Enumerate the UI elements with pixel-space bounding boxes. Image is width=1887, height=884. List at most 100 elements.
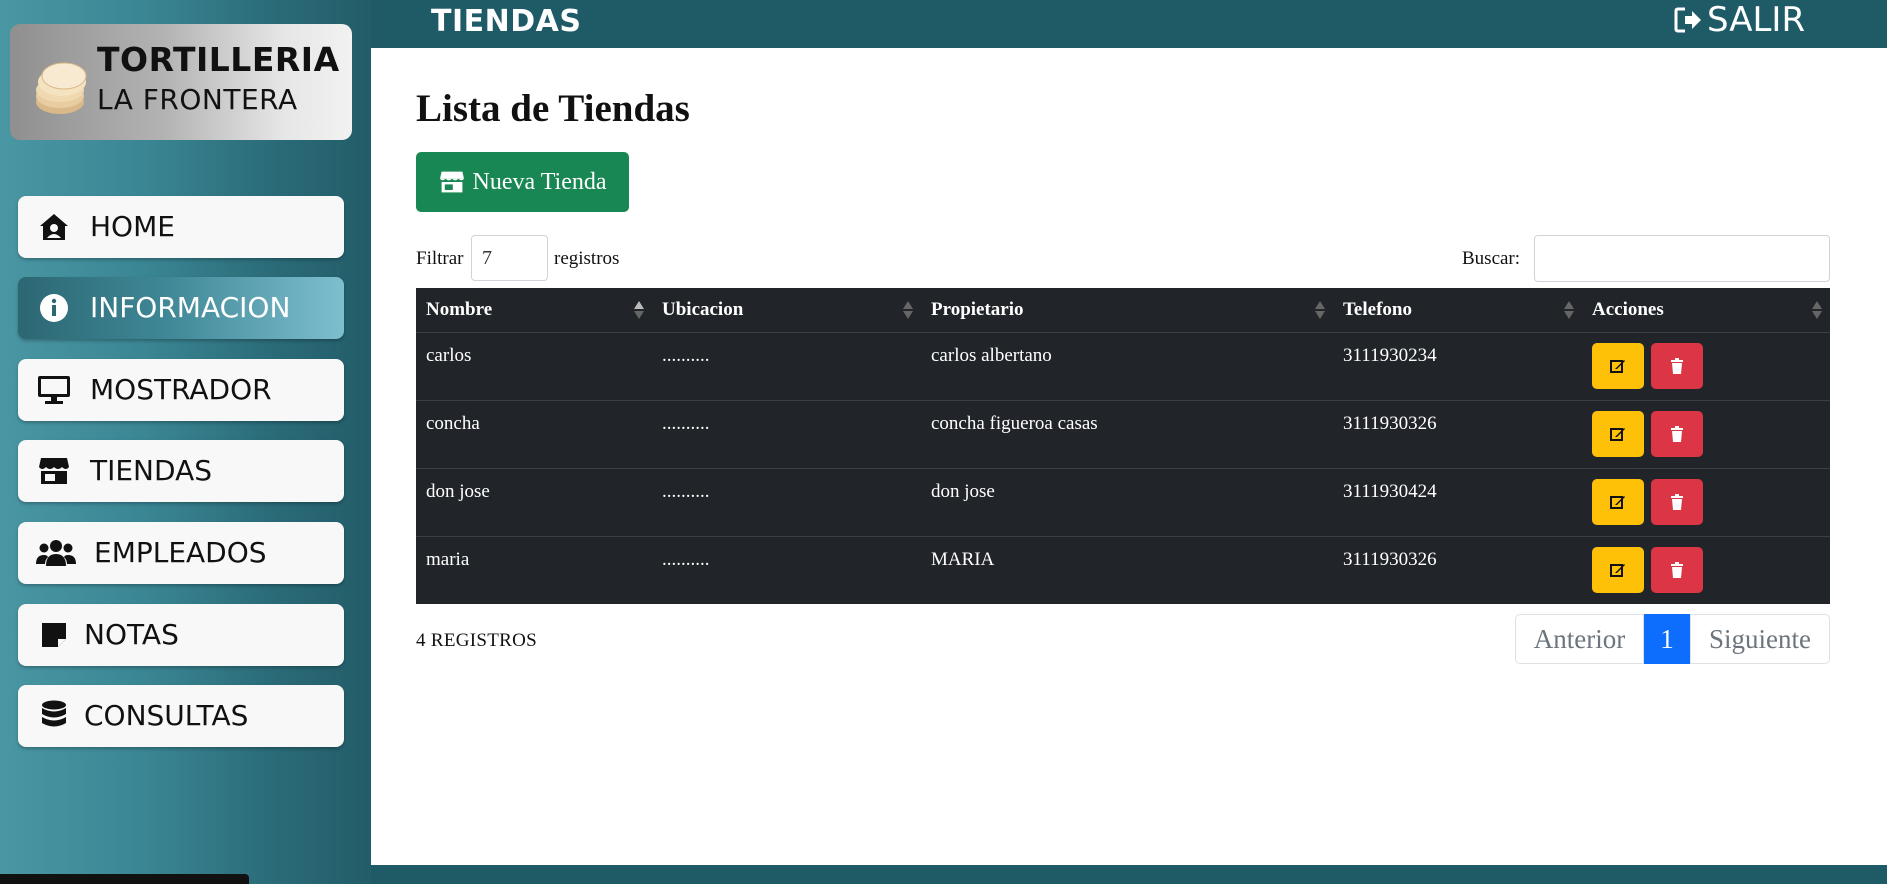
sidebar-item-label: NOTAS	[84, 618, 179, 651]
cell-propietario: MARIA	[931, 548, 995, 570]
store-icon	[36, 453, 72, 489]
cell-nombre: carlos	[416, 332, 652, 401]
users-icon	[36, 535, 76, 571]
edit-icon	[1610, 359, 1625, 373]
cell-ubicacion: ..........	[652, 332, 921, 401]
cell-ubicacion: ..........	[662, 548, 710, 570]
edit-button[interactable]	[1592, 546, 1644, 593]
column-header-label: Propietario	[931, 298, 1024, 320]
pagination-page-1[interactable]: 1	[1644, 614, 1690, 664]
cell-nombre: don jose	[416, 468, 652, 537]
page-length-input[interactable]	[471, 235, 548, 281]
edit-button[interactable]	[1592, 342, 1644, 389]
sort-icon	[1812, 299, 1822, 321]
sidebar-item-empleados[interactable]: EMPLEADOS	[18, 522, 344, 584]
info-circle-icon	[36, 290, 72, 326]
cell-telefono: 3111930424	[1333, 468, 1582, 537]
sticky-note-icon	[36, 617, 72, 653]
new-store-button[interactable]: Nueva Tienda	[416, 152, 629, 212]
brand-name: TORTILLERIA LA FRONTERA	[97, 40, 340, 120]
logout-label: SALIR	[1707, 0, 1806, 40]
trash-icon	[1670, 425, 1683, 442]
sign-out-icon	[1674, 7, 1701, 33]
sidebar-item-label: EMPLEADOS	[94, 536, 267, 569]
edit-icon	[1610, 427, 1625, 441]
sidebar-item-label: HOME	[90, 210, 175, 243]
cell-acciones	[1582, 468, 1830, 537]
filter-label: Filtrar	[416, 248, 464, 269]
pagination: Anterior 1 Siguiente	[1515, 614, 1830, 664]
column-header-acciones[interactable]: Acciones	[1582, 288, 1830, 333]
cell-telefono: 3111930234	[1333, 332, 1582, 401]
column-header-label: Acciones	[1592, 298, 1664, 320]
stores-table: Nombre Ubicacion Propietario Telefono Ac…	[416, 288, 1830, 604]
table-row: concha .......... concha figueroa casas …	[416, 400, 1830, 469]
sidebar-item-mostrador[interactable]: MOSTRADOR	[18, 359, 344, 421]
sidebar-item-label: MOSTRADOR	[90, 373, 272, 406]
sidebar-item-consultas[interactable]: CONSULTAS	[18, 685, 344, 747]
table-row: maria .......... MARIA 3111930326	[416, 536, 1830, 604]
sidebar: TORTILLERIA LA FRONTERA HOME INFORMACION…	[0, 0, 371, 884]
search-label: Buscar:	[1462, 248, 1521, 269]
sidebar-item-notas[interactable]: NOTAS	[18, 604, 344, 666]
edit-icon	[1610, 563, 1625, 577]
new-store-label: Nueva Tienda	[472, 168, 607, 195]
edit-icon	[1610, 495, 1625, 509]
pagination-next[interactable]: Siguiente	[1690, 614, 1830, 664]
table-row: carlos .......... carlos albertano 31119…	[416, 332, 1830, 401]
main-content: Lista de Tiendas Nueva Tienda Filtrar re…	[371, 48, 1887, 865]
desktop-icon	[36, 372, 72, 408]
delete-button[interactable]	[1650, 546, 1703, 593]
column-header-telefono[interactable]: Telefono	[1333, 288, 1582, 333]
filter-suffix-label: registros	[554, 248, 620, 269]
column-header-ubicacion[interactable]: Ubicacion	[652, 288, 921, 333]
records-count: 4 REGISTROS	[416, 630, 538, 651]
edit-button[interactable]	[1592, 410, 1644, 457]
pagination-previous[interactable]: Anterior	[1515, 614, 1644, 664]
tortilla-logo-icon	[36, 62, 87, 114]
sidebar-item-informacion[interactable]: INFORMACION	[18, 277, 344, 339]
cell-ubicacion: ..........	[652, 468, 921, 537]
cell-nombre: concha	[416, 400, 652, 469]
cell-propietario: carlos albertano	[921, 332, 1333, 401]
cell-propietario: don jose	[921, 468, 1333, 537]
cell-telefono: 3111930326	[1343, 548, 1437, 570]
sidebar-item-label: INFORMACION	[90, 291, 291, 324]
column-header-label: Ubicacion	[662, 298, 744, 320]
sidebar-item-tiendas[interactable]: TIENDAS	[18, 440, 344, 502]
sidebar-item-label: TIENDAS	[90, 454, 212, 487]
sidebar-item-label: CONSULTAS	[84, 699, 249, 732]
cell-nombre: maria	[426, 548, 470, 570]
column-header-nombre[interactable]: Nombre	[416, 288, 652, 333]
edit-button[interactable]	[1592, 478, 1644, 525]
table-header-row: Nombre Ubicacion Propietario Telefono Ac…	[416, 288, 1830, 333]
cell-propietario: concha figueroa casas	[921, 400, 1333, 469]
sort-icon	[1315, 299, 1325, 321]
store-icon	[439, 171, 464, 193]
sidebar-item-home[interactable]: HOME	[18, 196, 344, 258]
column-header-label: Nombre	[426, 298, 493, 320]
trash-icon	[1670, 493, 1683, 510]
sort-icon	[1564, 299, 1574, 321]
brand-card[interactable]: TORTILLERIA LA FRONTERA	[10, 24, 352, 140]
cell-acciones	[1582, 400, 1830, 469]
delete-button[interactable]	[1650, 342, 1703, 389]
column-header-propietario[interactable]: Propietario	[921, 288, 1333, 333]
cell-telefono: 3111930326	[1333, 400, 1582, 469]
column-header-label: Telefono	[1343, 298, 1412, 320]
logout-button[interactable]: SALIR	[1673, 0, 1805, 40]
house-user-icon	[36, 209, 72, 245]
sort-icon	[903, 299, 913, 321]
search-input[interactable]	[1534, 235, 1830, 282]
brand-line2: LA FRONTERA	[97, 83, 298, 116]
delete-button[interactable]	[1650, 478, 1703, 525]
delete-button[interactable]	[1650, 410, 1703, 457]
trash-icon	[1670, 357, 1683, 374]
page-title: Lista de Tiendas	[416, 87, 690, 130]
cell-ubicacion: ..........	[652, 400, 921, 469]
browser-status-tooltip	[0, 874, 249, 884]
topbar-title: TIENDAS	[431, 4, 582, 39]
cell-acciones	[1582, 332, 1830, 401]
database-icon	[36, 698, 72, 734]
sort-icon	[634, 299, 644, 321]
